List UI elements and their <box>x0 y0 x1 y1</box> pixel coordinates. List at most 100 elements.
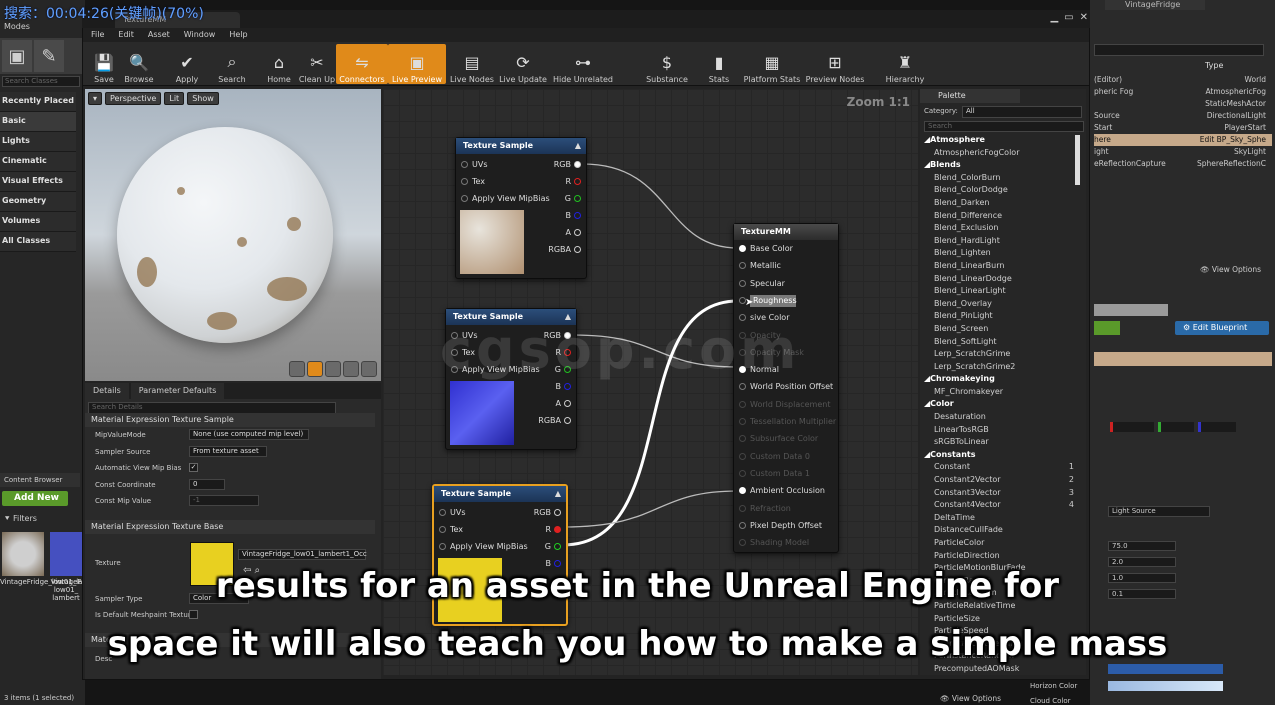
menu-file[interactable]: File <box>91 28 104 42</box>
live-nodes-button[interactable]: ▤ Live Nodes <box>446 44 498 85</box>
palette-item[interactable]: DistanceCullFade <box>924 524 1074 537</box>
view-options-button[interactable]: 👁 View Options <box>1200 265 1261 274</box>
search-button[interactable]: ⌕ Search <box>213 44 251 84</box>
palette-item[interactable]: Blend_Darken <box>924 197 1074 210</box>
palette-item[interactable]: sRGBToLinear <box>924 436 1074 449</box>
palette-item[interactable]: Blend_LinearBurn <box>924 260 1074 273</box>
material-result-node[interactable]: TextureMM Base Color Metallic Specular Roug… <box>733 223 839 553</box>
minimize-icon[interactable]: ▁ <box>1050 12 1058 23</box>
live-update-button[interactable]: ⟳ Live Update <box>496 44 550 85</box>
palette-item[interactable]: Blend_ColorDodge <box>924 184 1074 197</box>
apply-button[interactable]: ✔ Apply <box>169 44 205 85</box>
location-x-field[interactable] <box>1110 422 1154 432</box>
level-tab[interactable]: VintageFridge <box>1105 0 1205 10</box>
tab-details[interactable]: Details <box>85 383 129 399</box>
category-item[interactable]: Lights <box>0 132 76 152</box>
menu-asset[interactable]: Asset <box>148 28 170 42</box>
material-input-pin[interactable]: Tessellation Multiplier <box>739 417 836 426</box>
texture-sample-node[interactable]: Texture Sample ▲ UVs Tex Apply View MipBi… <box>455 137 587 279</box>
output-pin[interactable]: RGBA <box>538 416 571 425</box>
palette-item[interactable]: Lerp_ScratchGrime2 <box>924 361 1074 374</box>
output-pin[interactable]: G <box>565 194 581 203</box>
palette-item[interactable]: Constant3Vector 3 <box>924 487 1074 500</box>
mip-value-mode-select[interactable]: None (use computed mip level) <box>189 429 309 440</box>
palette-category[interactable]: ◢Constants <box>924 449 1074 462</box>
material-input-pin[interactable]: World Displacement <box>739 400 830 409</box>
material-input-pin[interactable]: Specular <box>739 279 785 288</box>
clean-up-button[interactable]: ✂ Clean Up <box>294 44 340 85</box>
output-pin[interactable]: B <box>556 382 571 391</box>
outliner-row[interactable]: pheric Fog AtmosphericFog <box>1094 86 1272 98</box>
browse-button[interactable]: 🔍 Browse <box>119 44 159 85</box>
palette-item[interactable]: Blend_Overlay <box>924 298 1074 311</box>
selected-component-row[interactable] <box>1094 352 1272 366</box>
color-swatch[interactable] <box>1108 681 1223 691</box>
category-item[interactable]: Cinematic <box>0 152 76 172</box>
plane-icon[interactable] <box>325 361 341 377</box>
outliner-row[interactable]: Start PlayerStart <box>1094 122 1272 134</box>
palette-scrollbar[interactable] <box>1075 135 1080 185</box>
output-pin[interactable]: R <box>545 525 561 534</box>
category-item[interactable]: Volumes <box>0 212 76 232</box>
connectors-button[interactable]: ⇋ Connectors <box>336 44 388 84</box>
palette-category[interactable]: ◢Blends <box>924 159 1074 172</box>
location-z-field[interactable] <box>1198 422 1236 432</box>
color-swatch[interactable] <box>1108 664 1223 674</box>
palette-item[interactable]: Blend_ColorBurn <box>924 172 1074 185</box>
paint-mode-icon[interactable]: ✎ <box>34 40 64 72</box>
cylinder-icon[interactable] <box>289 361 305 377</box>
meshpaint-checkbox[interactable] <box>189 610 198 619</box>
palette-item[interactable]: Blend_PinLight <box>924 310 1074 323</box>
palette-item[interactable]: MF_Chromakeyer <box>924 386 1074 399</box>
preview-viewport[interactable]: ▾ Perspective Lit Show <box>85 89 381 381</box>
material-input-pin[interactable]: Base Color <box>739 244 793 253</box>
palette-category[interactable]: ◢Atmosphere <box>924 134 1074 147</box>
show-button[interactable]: Show <box>187 92 219 105</box>
palette-search-input[interactable]: Search <box>924 121 1084 132</box>
palette-item[interactable]: Desaturation <box>924 411 1074 424</box>
palette-item[interactable]: Blend_Screen <box>924 323 1074 336</box>
palette-item[interactable]: Blend_Lighten <box>924 247 1074 260</box>
sphere-icon[interactable] <box>307 361 323 377</box>
filters-button[interactable]: ⯆ Filters <box>0 514 37 524</box>
hide-unrelated-button[interactable]: ⊶ Hide Unrelated <box>550 44 616 85</box>
category-item[interactable]: Recently Placed <box>0 92 76 112</box>
outliner-search[interactable] <box>1094 44 1264 56</box>
input-pin[interactable]: Apply View MipBias <box>461 194 550 203</box>
outliner-row[interactable]: ight SkyLight <box>1094 146 1272 158</box>
teapot-icon[interactable] <box>361 361 377 377</box>
palette-item[interactable]: Constant4Vector 4 <box>924 499 1074 512</box>
material-input-pin[interactable]: Pixel Depth Offset <box>739 521 822 530</box>
stats-button[interactable]: ▮ Stats <box>704 44 734 85</box>
output-pin[interactable]: RGB <box>554 160 581 169</box>
menu-edit[interactable]: Edit <box>118 28 134 42</box>
palette-item[interactable]: AtmosphericFogColor <box>924 147 1074 160</box>
output-pin[interactable]: RGB <box>534 508 561 517</box>
palette-item[interactable]: Blend_HardLight <box>924 235 1074 248</box>
palette-item[interactable]: Blend_LinearLight <box>924 285 1074 298</box>
texture-asset-select[interactable]: VintageFridge_low01_lambert1_Occ <box>238 549 367 560</box>
material-input-pin[interactable]: Metallic <box>739 261 781 270</box>
category-item[interactable]: Geometry <box>0 192 76 212</box>
output-pin[interactable]: A <box>566 228 581 237</box>
material-input-pin[interactable]: Refraction <box>739 504 791 513</box>
palette-category[interactable]: ◢Chromakeying <box>924 373 1074 386</box>
outliner-row[interactable]: StaticMeshActor <box>1094 98 1272 110</box>
category-item[interactable]: Basic <box>0 112 76 132</box>
edit-blueprint-button[interactable]: ⚙ Edit Blueprint <box>1175 321 1269 335</box>
preview-nodes-button[interactable]: ⊞ Preview Nodes <box>803 44 867 85</box>
category-item[interactable]: Visual Effects <box>0 172 76 192</box>
outliner-row[interactable]: eReflectionCapture SphereReflectionC <box>1094 158 1272 170</box>
save-button[interactable]: 💾 Save <box>89 44 119 85</box>
home-button[interactable]: ⌂ Home <box>262 44 296 85</box>
search-classes-input[interactable]: Search Classes <box>2 76 80 87</box>
const-coordinate-field[interactable]: 0 <box>189 479 225 490</box>
material-input-pin[interactable]: Custom Data 1 <box>739 469 810 478</box>
category-item[interactable]: All Classes <box>0 232 76 252</box>
palette-item[interactable]: ParticleColor <box>924 537 1074 550</box>
palette-category[interactable]: ◢Color <box>924 398 1074 411</box>
add-component-button[interactable] <box>1094 321 1120 335</box>
output-pin[interactable]: RGBA <box>548 245 581 254</box>
output-pin[interactable]: R <box>565 177 581 186</box>
close-icon[interactable]: ✕ <box>1080 12 1088 23</box>
